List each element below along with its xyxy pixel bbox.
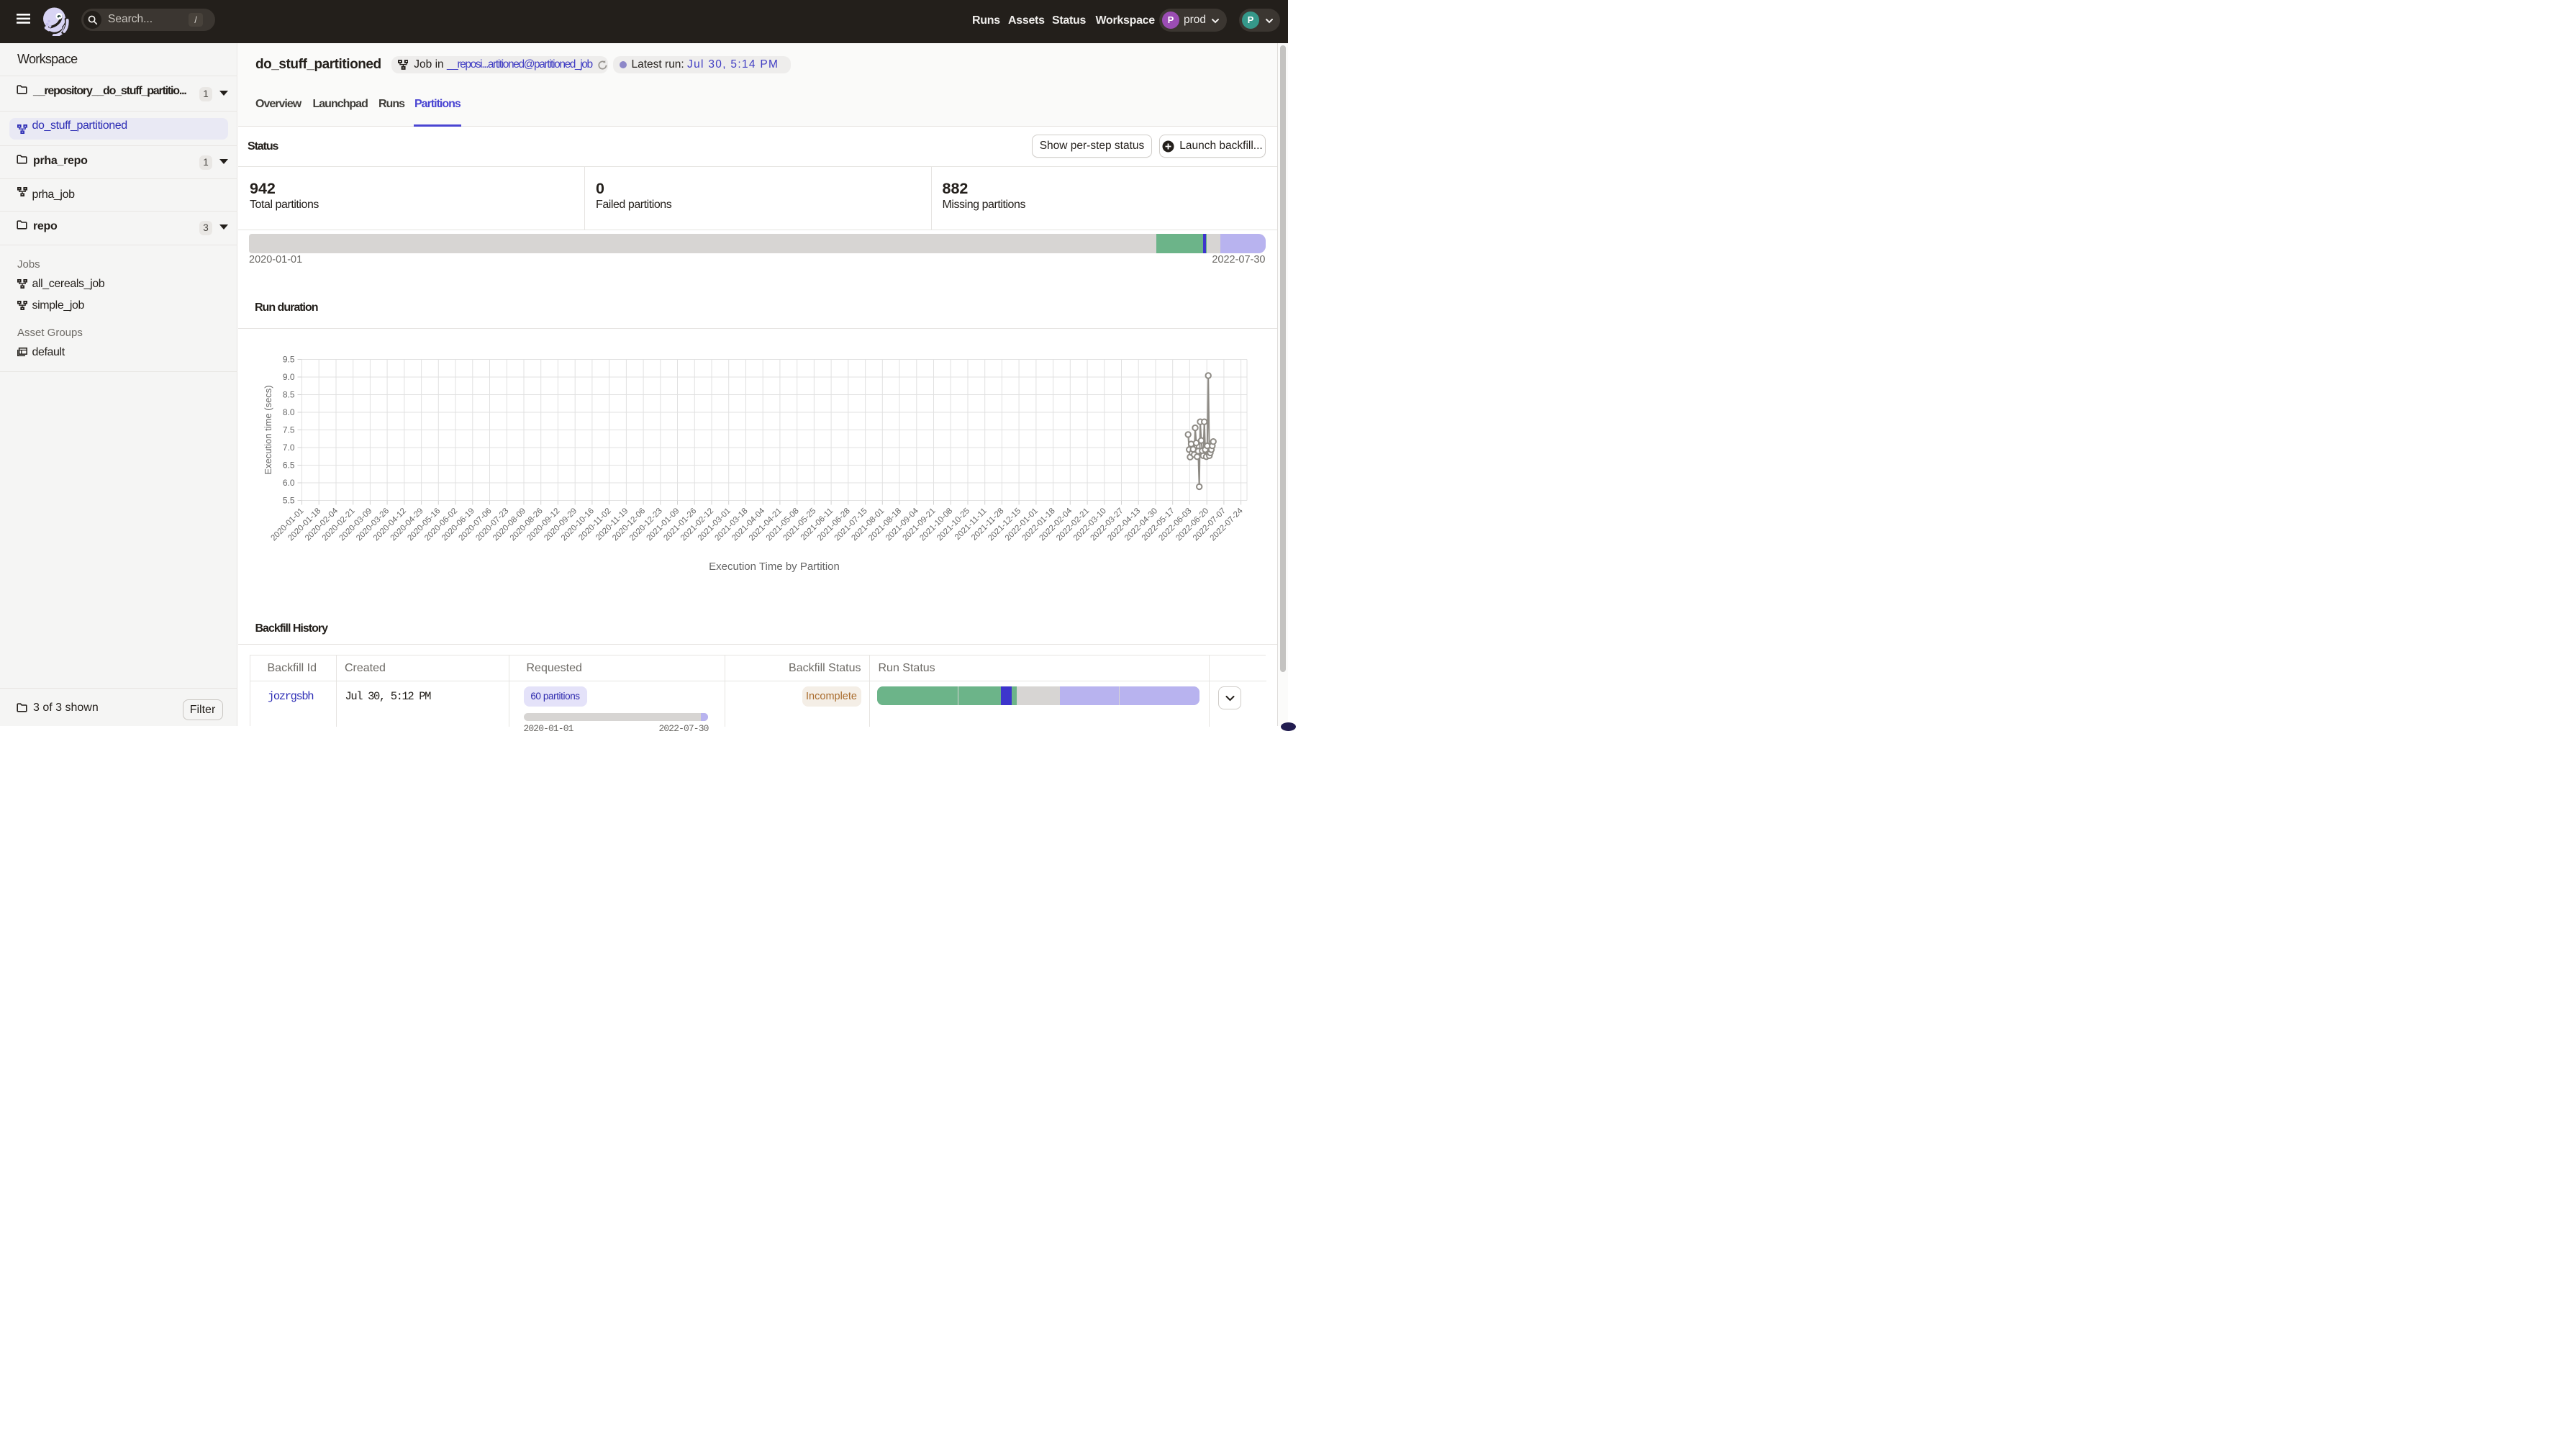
svg-text:5.5: 5.5	[283, 496, 295, 506]
svg-text:9.5: 9.5	[283, 355, 295, 365]
svg-text:9.0: 9.0	[283, 372, 295, 382]
svg-text:7.5: 7.5	[283, 425, 295, 435]
svg-text:8.5: 8.5	[283, 390, 295, 400]
svg-text:6.5: 6.5	[283, 460, 295, 471]
svg-text:Execution Time by Partition: Execution Time by Partition	[709, 561, 840, 573]
svg-text:7.0: 7.0	[283, 443, 295, 453]
svg-text:8.0: 8.0	[283, 407, 295, 417]
svg-text:6.0: 6.0	[283, 478, 295, 488]
svg-text:Execution time (secs): Execution time (secs)	[263, 385, 273, 474]
